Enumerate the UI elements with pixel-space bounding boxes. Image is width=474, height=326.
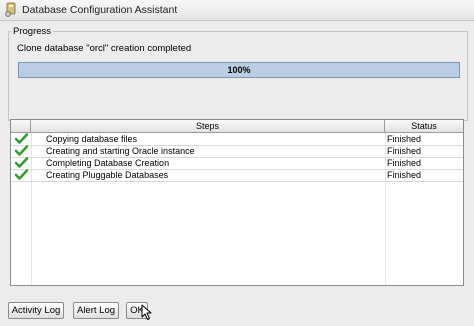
step-label: Copying database files [46,134,138,144]
header-status[interactable]: Status [385,120,463,132]
step-status: Finished [387,170,422,180]
database-assistant-icon [4,2,18,17]
title-bar: Database Configuration Assistant [0,0,474,21]
progress-message: Clone database "orcl" creation completed [17,43,192,54]
step-status: Finished [387,146,422,156]
step-status: Finished [387,134,422,144]
step-status: Finished [387,158,422,168]
header-check-column[interactable] [11,120,31,132]
activity-log-button[interactable]: Activity Log [8,302,64,319]
steps-table[interactable]: Steps Status Copying database files Fini… [10,119,464,286]
green-checkmark-icon [13,133,29,145]
header-steps[interactable]: Steps [31,120,385,132]
progress-group-label: Progress [11,26,54,37]
green-checkmark-icon [13,157,29,169]
step-label: Creating and starting Oracle instance [46,146,195,156]
progress-percent: 100% [227,65,251,75]
window-title: Database Configuration Assistant [22,4,178,16]
alert-log-button[interactable]: Alert Log [73,302,119,319]
green-checkmark-icon [13,169,29,181]
step-label: Completing Database Creation [46,158,170,168]
mouse-pointer-icon [141,304,152,324]
progress-bar: 100% [18,62,460,78]
table-header: Steps Status [11,120,463,133]
step-label: Creating Pluggable Databases [46,170,169,180]
table-row[interactable]: Creating Pluggable Databases Finished [11,169,463,182]
green-checkmark-icon [13,145,29,157]
